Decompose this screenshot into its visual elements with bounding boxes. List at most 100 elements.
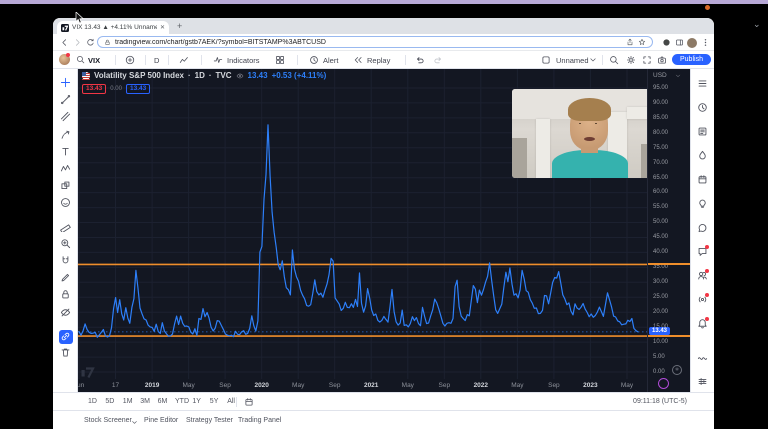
axis-currency[interactable]: USD bbox=[653, 72, 667, 79]
text-tool-icon[interactable] bbox=[60, 146, 71, 157]
axis-currency-chevron-icon[interactable] bbox=[675, 73, 681, 79]
bookmark-star-icon[interactable] bbox=[638, 38, 646, 46]
range-1m[interactable]: 1M bbox=[123, 398, 133, 405]
url-bar[interactable]: tradingview.com/chart/gstb7AEK/?symbol=B… bbox=[97, 36, 653, 48]
hotlists-icon[interactable] bbox=[697, 150, 708, 161]
ideas-bulb-icon[interactable] bbox=[697, 198, 708, 209]
hide-tool-icon[interactable] bbox=[60, 307, 71, 318]
range-3m[interactable]: 3M bbox=[140, 398, 150, 405]
browser-avatar[interactable] bbox=[687, 38, 697, 48]
forward-icon[interactable] bbox=[73, 38, 82, 47]
footer-strategy-tester[interactable]: Strategy Tester bbox=[186, 417, 233, 424]
screener-chevron-icon[interactable] bbox=[131, 419, 138, 426]
range-ytd[interactable]: YTD bbox=[175, 398, 189, 405]
price-axis[interactable]: USD 0.005.0010.0015.0020.0025.0030.0035.… bbox=[647, 69, 690, 392]
indicators-icon[interactable] bbox=[213, 55, 223, 65]
replay-icon[interactable] bbox=[353, 55, 363, 65]
bid-ask-row: 13.43 0.00 13.43 bbox=[82, 84, 150, 94]
chart-type-icon[interactable] bbox=[179, 55, 189, 65]
legend-more-icon[interactable] bbox=[236, 72, 244, 80]
price-tick-label: 50.00 bbox=[653, 219, 668, 225]
emoji-tool-icon[interactable] bbox=[60, 197, 71, 208]
zoom-in-tool-icon[interactable] bbox=[60, 238, 71, 249]
range-6m[interactable]: 6M bbox=[158, 398, 168, 405]
side-panel-icon[interactable] bbox=[675, 38, 684, 47]
chart-legend[interactable]: Volatility S&P 500 Index · 1D · TVC 13.4… bbox=[82, 71, 326, 80]
publish-button[interactable]: Publish bbox=[672, 54, 711, 65]
alert-button[interactable]: Alert bbox=[323, 56, 338, 65]
calendar-icon[interactable] bbox=[697, 174, 708, 185]
indicators-button[interactable]: Indicators bbox=[227, 56, 260, 65]
crosshair-tool-icon[interactable] bbox=[60, 77, 71, 88]
close-tab-icon[interactable]: ✕ bbox=[160, 24, 165, 31]
marker-circle[interactable] bbox=[658, 378, 669, 389]
range-1y[interactable]: 1Y bbox=[192, 398, 201, 405]
extension-icon[interactable] bbox=[662, 38, 671, 47]
go-to-date-icon[interactable] bbox=[244, 397, 254, 407]
news-icon[interactable] bbox=[697, 126, 708, 137]
footer-trading-panel[interactable]: Trading Panel bbox=[238, 417, 281, 424]
tab-title: VIX 13.43 ▲ +4.11% Unnamed bbox=[72, 24, 157, 31]
share-icon[interactable] bbox=[626, 38, 634, 46]
fullscreen-icon[interactable] bbox=[642, 55, 652, 65]
range-all[interactable]: All bbox=[227, 398, 235, 405]
ask-price[interactable]: 13.43 bbox=[126, 84, 150, 94]
trash-tool-icon[interactable] bbox=[60, 347, 71, 358]
save-layout-icon[interactable] bbox=[541, 55, 551, 65]
browser-menu-icon[interactable] bbox=[701, 38, 710, 47]
browser-tab[interactable]: VIX 13.43 ▲ +4.11% Unnamed ✕ bbox=[57, 21, 169, 34]
layout-chevron-icon[interactable] bbox=[589, 56, 597, 64]
range-5d[interactable]: 5D bbox=[105, 398, 114, 405]
footer-pine-editor[interactable]: Pine Editor bbox=[144, 417, 178, 424]
redo-icon[interactable] bbox=[433, 55, 443, 65]
symbol-title[interactable]: Volatility S&P 500 Index bbox=[94, 71, 184, 80]
back-icon[interactable] bbox=[60, 38, 69, 47]
snapshot-camera-icon[interactable] bbox=[657, 55, 667, 65]
magnet-tool-icon[interactable] bbox=[60, 255, 71, 266]
measure-tool-icon[interactable] bbox=[60, 221, 71, 232]
interval-button[interactable]: D bbox=[154, 56, 159, 65]
shapes-tool-icon[interactable] bbox=[60, 180, 71, 191]
range-5y[interactable]: 5Y bbox=[210, 398, 219, 405]
undo-icon[interactable] bbox=[415, 55, 425, 65]
person-shirt bbox=[552, 150, 629, 178]
pitchfork-tool-icon[interactable] bbox=[60, 129, 71, 140]
link-tool-icon[interactable] bbox=[59, 330, 73, 344]
layout-grid-icon[interactable] bbox=[275, 55, 285, 65]
new-tab-button[interactable]: + bbox=[177, 21, 182, 31]
fib-retracement-tool-icon[interactable] bbox=[60, 111, 71, 122]
compare-add-icon[interactable] bbox=[125, 55, 135, 65]
alert-clock-icon[interactable] bbox=[309, 55, 319, 65]
recording-dot bbox=[705, 5, 710, 10]
draw-tool-icon[interactable] bbox=[60, 272, 71, 283]
quick-search-icon[interactable] bbox=[609, 55, 619, 65]
settings-gear-icon[interactable] bbox=[626, 55, 636, 65]
minds-icon[interactable] bbox=[697, 222, 708, 233]
replay-button[interactable]: Replay bbox=[367, 56, 390, 65]
footer-stock-screener[interactable]: Stock Screener bbox=[84, 417, 132, 424]
clock-timezone[interactable]: 09:11:18 (UTC-5) bbox=[633, 398, 687, 405]
symbol-search-icon[interactable] bbox=[76, 55, 85, 64]
svg-text:Sep: Sep bbox=[219, 382, 231, 389]
reload-icon[interactable] bbox=[86, 38, 95, 47]
alerts-clock-icon[interactable] bbox=[697, 102, 708, 113]
wave-icon[interactable] bbox=[697, 352, 708, 363]
axis-settings-icon[interactable]: ∗ bbox=[672, 365, 682, 375]
trend-line-tool-icon[interactable] bbox=[60, 94, 71, 105]
watchlist-icon[interactable] bbox=[697, 78, 708, 89]
svg-text:2021: 2021 bbox=[364, 382, 379, 389]
chevron-down-icon[interactable]: ⌄ bbox=[753, 19, 761, 30]
legend-interval[interactable]: 1D bbox=[195, 71, 205, 80]
bid-price[interactable]: 13.43 bbox=[82, 84, 106, 94]
lock-tool-icon[interactable] bbox=[60, 289, 71, 300]
price-tick-label: 30.00 bbox=[653, 279, 668, 285]
price-tick-label: 5.00 bbox=[653, 354, 665, 360]
symbol-name[interactable]: VIX bbox=[88, 56, 100, 65]
xabcd-pattern-tool-icon[interactable] bbox=[60, 163, 71, 174]
legend-exchange[interactable]: TVC bbox=[216, 71, 232, 80]
layout-name[interactable]: Unnamed bbox=[556, 56, 589, 65]
toolbar-divider bbox=[405, 55, 406, 65]
sliders-icon[interactable] bbox=[697, 376, 708, 387]
url-text[interactable]: tradingview.com/chart/gstb7AEK/?symbol=B… bbox=[115, 39, 622, 46]
range-1d[interactable]: 1D bbox=[88, 398, 97, 405]
